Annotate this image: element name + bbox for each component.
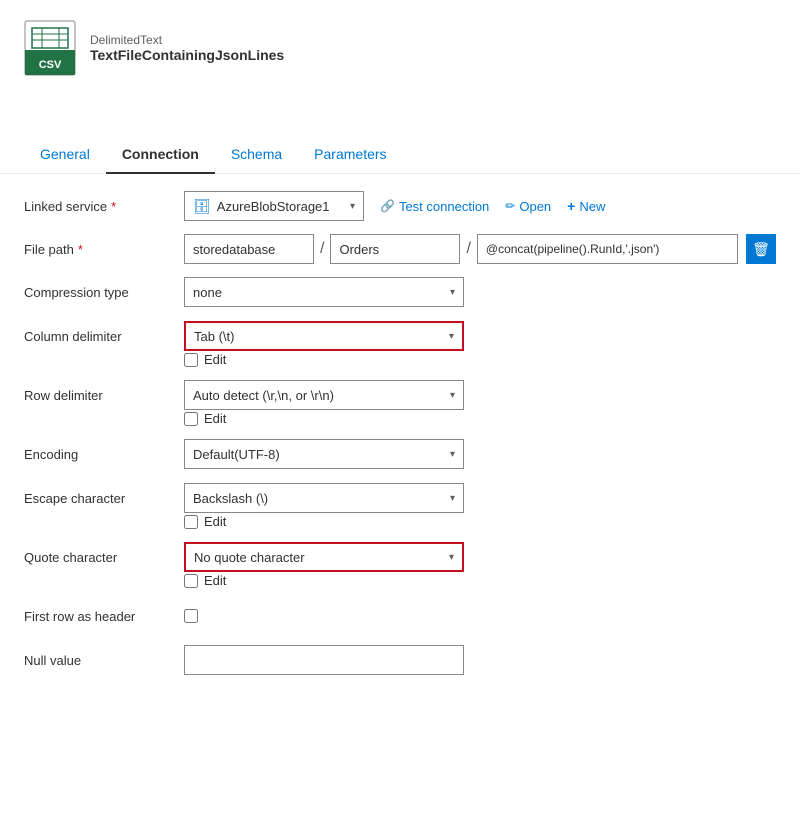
tab-parameters[interactable]: Parameters <box>298 136 402 174</box>
escape-character-edit-label: Edit <box>204 514 226 529</box>
tab-schema[interactable]: Schema <box>215 136 298 174</box>
escape-character-label: Escape character <box>24 491 184 506</box>
linked-service-value: AzureBlobStorage1 <box>217 199 344 214</box>
link-icon: 🔗 <box>380 199 395 213</box>
column-delimiter-value: Tab (\t) <box>194 329 234 344</box>
file-path-subfolder-input[interactable] <box>330 234 460 264</box>
storage-icon: 🗄 <box>193 198 211 215</box>
linked-service-controls: 🗄 AzureBlobStorage1 ▾ 🔗 Test connection … <box>184 191 776 221</box>
column-delimiter-label: Column delimiter <box>24 329 184 344</box>
compression-type-control: none ▾ <box>184 277 776 307</box>
quote-character-edit-checkbox[interactable] <box>184 574 198 588</box>
row-delimiter-arrow: ▾ <box>450 390 455 401</box>
null-value-input[interactable] <box>184 645 464 675</box>
encoding-arrow: ▾ <box>450 449 455 460</box>
path-separator-2: / <box>464 240 472 258</box>
tab-general[interactable]: General <box>24 136 106 174</box>
column-delimiter-edit-checkbox[interactable] <box>184 353 198 367</box>
linked-service-label: Linked service * <box>24 199 184 214</box>
required-star: * <box>111 199 116 214</box>
test-connection-link[interactable]: 🔗 Test connection <box>380 199 489 214</box>
escape-character-row: Escape character Backslash (\) ▾ <box>24 482 776 514</box>
quote-character-value: No quote character <box>194 550 305 565</box>
quote-character-label: Quote character <box>24 550 184 565</box>
open-link[interactable]: ✏ Open <box>505 199 551 214</box>
delete-button[interactable]: 🗑 <box>746 234 776 264</box>
encoding-label: Encoding <box>24 447 184 462</box>
encoding-control: Default(UTF-8) ▾ <box>184 439 776 469</box>
header-title: TextFileContainingJsonLines <box>90 47 284 63</box>
compression-type-dropdown[interactable]: none ▾ <box>184 277 464 307</box>
row-delimiter-edit-checkbox[interactable] <box>184 412 198 426</box>
column-delimiter-edit-row: Edit <box>24 352 776 367</box>
header-text: DelimitedText TextFileContainingJsonLine… <box>90 33 284 63</box>
path-separator-1: / <box>318 240 326 258</box>
encoding-dropdown[interactable]: Default(UTF-8) ▾ <box>184 439 464 469</box>
first-row-header-row: First row as header <box>24 600 776 632</box>
column-delimiter-edit-label: Edit <box>204 352 226 367</box>
header-area: CSV DelimitedText TextFileContainingJson… <box>0 0 800 76</box>
plus-icon: + <box>567 198 575 214</box>
row-delimiter-dropdown[interactable]: Auto detect (\r,\n, or \r\n) ▾ <box>184 380 464 410</box>
null-value-row: Null value <box>24 644 776 676</box>
first-row-header-control <box>184 609 776 623</box>
quote-character-edit-label: Edit <box>204 573 226 588</box>
column-delimiter-control: Tab (\t) ▾ <box>184 321 776 351</box>
file-path-row: File path * / / @concat(pipeline().RunId… <box>24 234 776 264</box>
file-path-label: File path * <box>24 242 184 257</box>
trash-icon: 🗑 <box>752 241 770 258</box>
page-container: CSV DelimitedText TextFileContainingJson… <box>0 0 800 825</box>
row-delimiter-row: Row delimiter Auto detect (\r,\n, or \r\… <box>24 379 776 411</box>
tabs-container: General Connection Schema Parameters <box>0 136 800 174</box>
tab-connection[interactable]: Connection <box>106 136 215 174</box>
encoding-value: Default(UTF-8) <box>193 447 280 462</box>
escape-character-dropdown[interactable]: Backslash (\) ▾ <box>184 483 464 513</box>
null-value-control <box>184 645 776 675</box>
formula-text: @concat(pipeline().RunId,'.json') <box>486 242 660 256</box>
quote-character-dropdown[interactable]: No quote character ▾ <box>184 542 464 572</box>
svg-text:CSV: CSV <box>39 59 62 71</box>
new-link[interactable]: + New <box>567 198 605 214</box>
quote-character-control: No quote character ▾ <box>184 542 776 572</box>
file-path-formula[interactable]: @concat(pipeline().RunId,'.json') <box>477 234 738 264</box>
column-delimiter-arrow: ▾ <box>449 331 454 342</box>
column-delimiter-row: Column delimiter Tab (\t) ▾ <box>24 320 776 352</box>
compression-type-value: none <box>193 285 222 300</box>
compression-type-row: Compression type none ▾ <box>24 276 776 308</box>
file-path-controls: / / @concat(pipeline().RunId,'.json') 🗑 <box>184 234 776 264</box>
encoding-row: Encoding Default(UTF-8) ▾ <box>24 438 776 470</box>
linked-service-arrow: ▾ <box>350 201 355 212</box>
row-delimiter-value: Auto detect (\r,\n, or \r\n) <box>193 388 334 403</box>
escape-character-value: Backslash (\) <box>193 491 268 506</box>
content-area: Linked service * 🗄 AzureBlobStorage1 ▾ 🔗… <box>0 174 800 704</box>
quote-character-edit-row: Edit <box>24 573 776 588</box>
column-delimiter-dropdown[interactable]: Tab (\t) ▾ <box>184 321 464 351</box>
compression-type-label: Compression type <box>24 285 184 300</box>
file-path-folder-input[interactable] <box>184 234 314 264</box>
linked-service-dropdown[interactable]: 🗄 AzureBlobStorage1 ▾ <box>184 191 364 221</box>
first-row-header-label: First row as header <box>24 609 184 624</box>
file-path-required: * <box>78 242 83 257</box>
row-delimiter-edit-row: Edit <box>24 411 776 426</box>
escape-character-edit-row: Edit <box>24 514 776 529</box>
first-row-header-checkbox[interactable] <box>184 609 198 623</box>
escape-character-control: Backslash (\) ▾ <box>184 483 776 513</box>
compression-arrow: ▾ <box>450 287 455 298</box>
row-delimiter-control: Auto detect (\r,\n, or \r\n) ▾ <box>184 380 776 410</box>
header-subtitle: DelimitedText <box>90 33 284 47</box>
escape-character-edit-checkbox[interactable] <box>184 515 198 529</box>
csv-file-icon: CSV <box>24 20 76 76</box>
quote-character-arrow: ▾ <box>449 552 454 563</box>
escape-character-arrow: ▾ <box>450 493 455 504</box>
null-value-label: Null value <box>24 653 184 668</box>
linked-service-row: Linked service * 🗄 AzureBlobStorage1 ▾ 🔗… <box>24 190 776 222</box>
row-delimiter-edit-label: Edit <box>204 411 226 426</box>
row-delimiter-label: Row delimiter <box>24 388 184 403</box>
quote-character-row: Quote character No quote character ▾ <box>24 541 776 573</box>
pencil-icon: ✏ <box>505 199 515 213</box>
